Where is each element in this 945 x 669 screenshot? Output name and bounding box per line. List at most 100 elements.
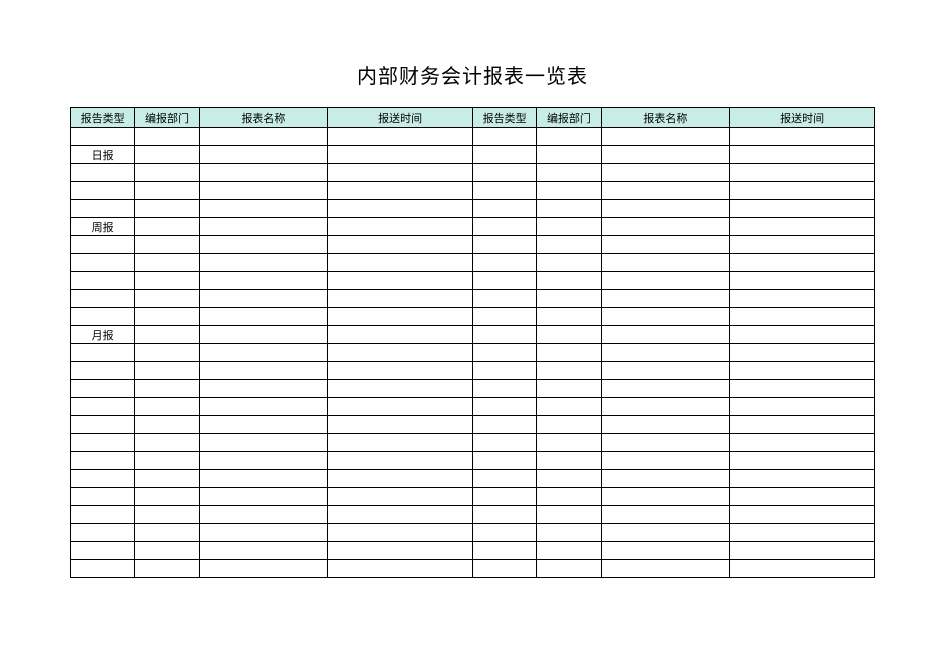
cell: [199, 128, 328, 146]
cell: [328, 380, 473, 398]
cell: [135, 308, 199, 326]
page-title: 内部财务会计报表一览表: [70, 60, 875, 89]
cell: [135, 128, 199, 146]
header-report-type-2: 报告类型: [472, 108, 536, 128]
cell: [537, 344, 601, 362]
cell: [328, 542, 473, 560]
cell-type: [71, 416, 135, 434]
cell: [730, 524, 875, 542]
cell: [730, 380, 875, 398]
cell: [199, 506, 328, 524]
cell: [730, 326, 875, 344]
cell: [328, 434, 473, 452]
table-row: [71, 290, 875, 308]
cell: [199, 416, 328, 434]
cell: [472, 146, 536, 164]
cell: [135, 452, 199, 470]
cell: [601, 470, 730, 488]
cell: [328, 416, 473, 434]
cell: [199, 380, 328, 398]
cell-type: [71, 200, 135, 218]
cell: [199, 362, 328, 380]
cell: [328, 488, 473, 506]
cell: [537, 272, 601, 290]
cell: [537, 560, 601, 578]
cell: [537, 542, 601, 560]
table-row: [71, 164, 875, 182]
cell: [730, 560, 875, 578]
cell: [472, 164, 536, 182]
cell-type: [71, 560, 135, 578]
cell: [199, 434, 328, 452]
cell: [537, 182, 601, 200]
cell: [601, 542, 730, 560]
cell: [730, 164, 875, 182]
cell: [537, 146, 601, 164]
table-row: 月报: [71, 326, 875, 344]
cell: [328, 524, 473, 542]
table-row: [71, 470, 875, 488]
table-row: [71, 542, 875, 560]
cell: [601, 164, 730, 182]
cell: [135, 290, 199, 308]
report-table: 报告类型 编报部门 报表名称 报送时间 报告类型 编报部门 报表名称 报送时间 …: [70, 107, 875, 578]
cell: [472, 560, 536, 578]
cell: [730, 236, 875, 254]
cell: [601, 272, 730, 290]
cell: [601, 488, 730, 506]
table-row: 日报: [71, 146, 875, 164]
cell: [472, 506, 536, 524]
cell-type: 月报: [71, 326, 135, 344]
cell: [135, 434, 199, 452]
cell: [199, 200, 328, 218]
table-row: [71, 506, 875, 524]
cell: [537, 308, 601, 326]
table-row: [71, 416, 875, 434]
cell: [135, 326, 199, 344]
cell: [199, 398, 328, 416]
cell-type: [71, 290, 135, 308]
cell: [601, 362, 730, 380]
cell: [472, 380, 536, 398]
cell: [601, 254, 730, 272]
cell: [537, 128, 601, 146]
cell-type: [71, 272, 135, 290]
cell: [537, 398, 601, 416]
cell: [199, 272, 328, 290]
cell: [601, 524, 730, 542]
table-row: [71, 434, 875, 452]
table-row: [71, 308, 875, 326]
cell: [472, 182, 536, 200]
cell: [328, 470, 473, 488]
cell: [472, 218, 536, 236]
table-row: [71, 254, 875, 272]
header-send-time-2: 报送时间: [730, 108, 875, 128]
table-row: [71, 524, 875, 542]
cell: [472, 434, 536, 452]
cell: [601, 308, 730, 326]
cell-type: 周报: [71, 218, 135, 236]
cell: [730, 254, 875, 272]
header-report-name-2: 报表名称: [601, 108, 730, 128]
cell: [730, 146, 875, 164]
cell: [328, 362, 473, 380]
cell: [135, 236, 199, 254]
cell: [601, 128, 730, 146]
table-row: 周报: [71, 218, 875, 236]
cell: [472, 398, 536, 416]
cell: [730, 398, 875, 416]
cell: [472, 470, 536, 488]
cell: [537, 452, 601, 470]
cell: [472, 344, 536, 362]
cell: [601, 218, 730, 236]
cell: [199, 344, 328, 362]
cell: [537, 506, 601, 524]
cell: [199, 560, 328, 578]
cell: [601, 506, 730, 524]
cell-type: [71, 254, 135, 272]
cell: [135, 470, 199, 488]
cell-type: [71, 380, 135, 398]
header-send-time-1: 报送时间: [328, 108, 473, 128]
cell: [537, 200, 601, 218]
cell: [472, 362, 536, 380]
